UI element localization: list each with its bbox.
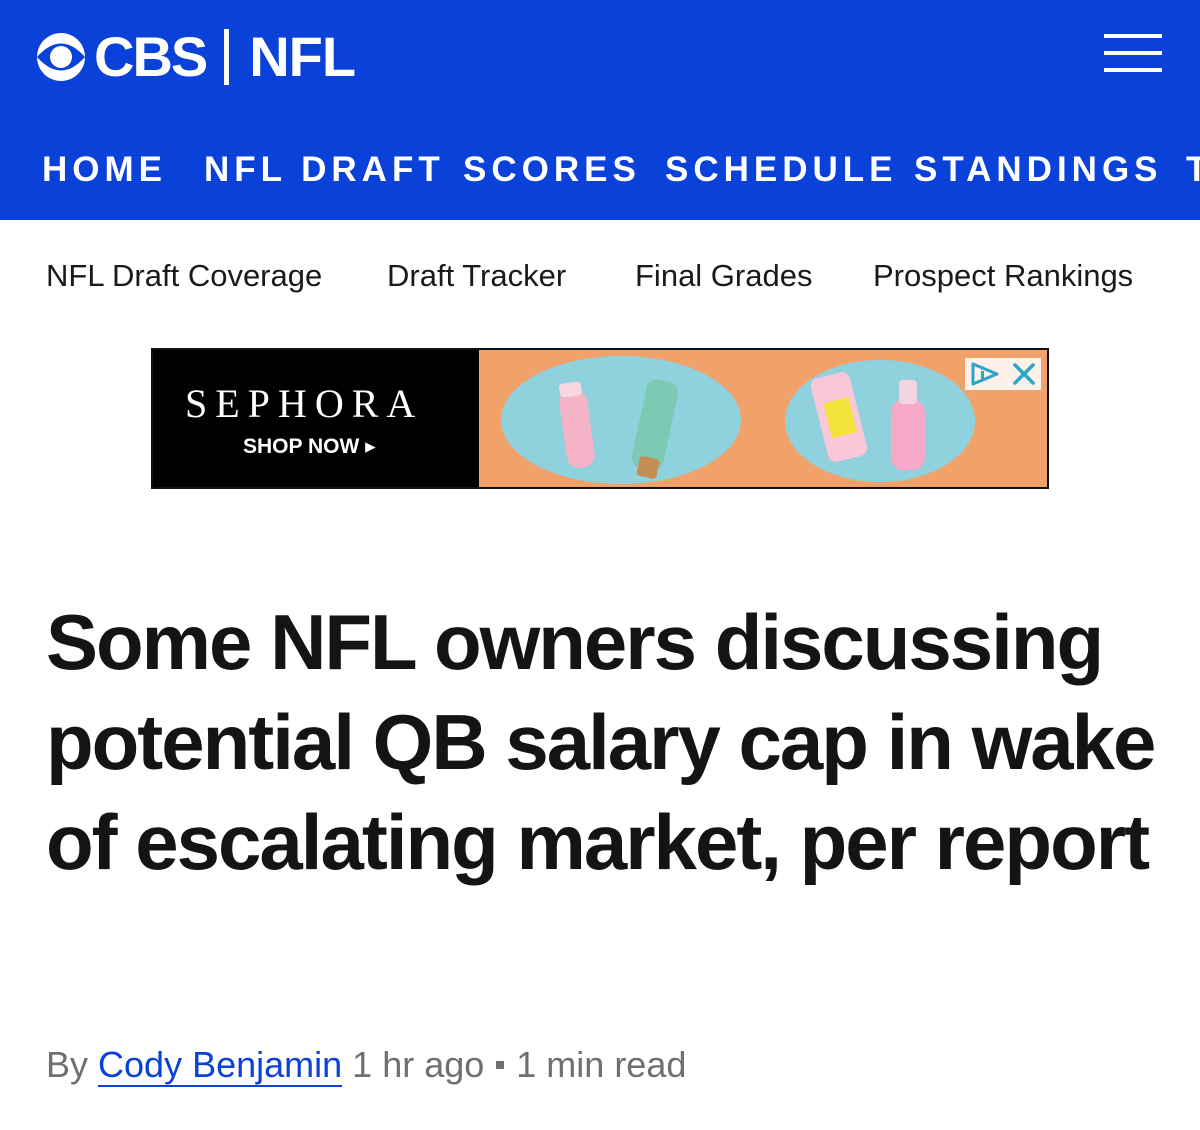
ad-controls (965, 358, 1041, 390)
sub-nav-draft-tracker[interactable]: Draft Tracker (387, 256, 566, 296)
main-nav-overflow-item[interactable]: T (1186, 150, 1200, 190)
ad-shop-now-link[interactable]: SHOP NOW ▸ (243, 434, 376, 459)
close-icon[interactable] (1009, 359, 1039, 389)
main-nav-home[interactable]: HOME (42, 150, 167, 190)
ad-brand: SEPHORA (185, 381, 424, 426)
ad-product-image[interactable] (479, 350, 1047, 487)
brand-section: NFL (249, 25, 356, 88)
adchoices-icon[interactable] (969, 361, 1001, 387)
cbs-eye-icon (37, 33, 85, 81)
main-nav-scores[interactable]: SCORES (463, 150, 641, 190)
ad-brand-panel[interactable]: SEPHORA SHOP NOW ▸ (153, 350, 479, 487)
banner-ad[interactable]: SEPHORA SHOP NOW ▸ (151, 348, 1049, 489)
sub-nav-final-grades[interactable]: Final Grades (635, 256, 812, 296)
main-nav-schedule[interactable]: SCHEDULE (665, 150, 898, 190)
site-logo[interactable]: CBS NFL (36, 22, 356, 92)
brand-cbs: CBS (94, 25, 208, 88)
article-headline: Some NFL owners discussing potential QB … (46, 598, 1156, 886)
author-link[interactable]: Cody Benjamin (98, 1044, 343, 1087)
hamburger-menu-icon[interactable] (1104, 34, 1162, 74)
sub-nav-draft-coverage[interactable]: NFL Draft Coverage (46, 256, 322, 296)
separator-dot (496, 1061, 505, 1070)
ad-products-illustration (559, 372, 925, 479)
sub-nav: NFL Draft Coverage Draft Tracker Final G… (0, 250, 1200, 300)
main-nav-standings[interactable]: STANDINGS (914, 150, 1163, 190)
read-time: 1 min read (516, 1044, 687, 1085)
article-byline: By Cody Benjamin 1 hr ago 1 min read (46, 1043, 686, 1087)
site-header: CBS NFL HOME NFL DRAFT SCORES SCHEDULE S… (0, 0, 1200, 220)
main-nav: HOME NFL DRAFT SCORES SCHEDULE STANDINGS… (0, 140, 1200, 200)
byline-prefix: By (46, 1044, 89, 1085)
sub-nav-prospect-rankings[interactable]: Prospect Rankings (873, 256, 1133, 296)
publish-time: 1 hr ago (352, 1044, 485, 1085)
main-nav-nfl-draft[interactable]: NFL DRAFT (204, 150, 445, 190)
brand-divider (224, 29, 230, 85)
